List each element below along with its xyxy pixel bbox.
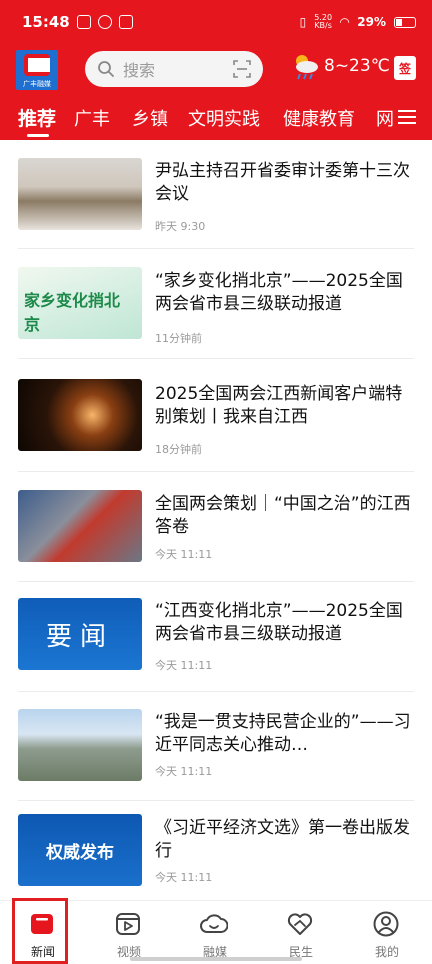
channel-menu-icon[interactable] [398, 110, 416, 128]
news-thumbnail [18, 379, 142, 451]
thumbnail-caption: 要闻 [45, 621, 114, 652]
nav-livelihood[interactable]: 民生 [258, 901, 344, 964]
nav-video[interactable]: 视频 [86, 901, 172, 964]
logo-mark [24, 54, 50, 76]
user-icon [373, 911, 399, 937]
sign-in-button[interactable]: 签 [394, 56, 416, 80]
divider [18, 581, 414, 582]
tab-health[interactable]: 健康教育 [283, 105, 355, 131]
news-title: “家乡变化捎北京”——2025全国两会省市县三级联动报道 [155, 271, 403, 314]
app-notify-icon-2 [118, 15, 133, 29]
news-time: 18分钟前 [155, 443, 202, 456]
tab-guangfeng[interactable]: 广丰 [74, 105, 110, 131]
tab-more[interactable]: 网 [376, 105, 394, 131]
nav-profile[interactable]: 我的 [344, 901, 430, 964]
notification-icon [76, 15, 91, 29]
search-placeholder: 搜索 [123, 61, 156, 80]
thumbnail-caption: 权威发布 [46, 842, 114, 863]
highlight-box [12, 898, 68, 964]
logo-text: 广丰融媒 [23, 80, 51, 88]
wifi-icon: ◠ [340, 15, 350, 29]
weather-rain-icon [296, 55, 318, 80]
battery-icon [394, 16, 416, 28]
net-speed: 5.20 KB/s [314, 13, 333, 30]
news-title: “我是一贯支持民营企业的”——习近平同志关心推动… [155, 712, 411, 755]
home-indicator[interactable] [130, 957, 302, 961]
active-tab-indicator [27, 134, 49, 137]
news-thumbnail: 家乡变化捎北京 [18, 267, 142, 339]
divider [18, 800, 414, 801]
divider [18, 691, 414, 692]
weather-temp: 8~23℃ [324, 56, 390, 76]
vibrate-icon: ▯ [299, 15, 307, 29]
battery-text: 29% [357, 15, 386, 29]
news-title: 《习近平经济文选》第一卷出版发行 [155, 818, 410, 861]
news-title: 尹弘主持召开省委审计委第十三次会议 [155, 161, 410, 204]
app-notify-icon [97, 15, 112, 29]
news-title: “江西变化捎北京”——2025全国两会省市县三级联动报道 [155, 601, 403, 644]
app-header: 15:48 ▯ 5.20 KB/s ◠ 29% 广丰融媒 搜索 8~23℃ 签 … [0, 0, 432, 140]
cloud-icon [200, 914, 228, 933]
channel-tabs: 推荐 广丰 乡镇 文明实践 健康教育 网 [0, 101, 432, 140]
tab-recommend[interactable]: 推荐 [18, 104, 56, 131]
nav-profile-label: 我的 [374, 945, 399, 959]
news-time: 今天 11:11 [155, 765, 213, 778]
thumbnail-caption: 家乡变化捎北京 [24, 291, 121, 334]
news-time: 11分钟前 [155, 332, 202, 345]
news-title: 2025全国两会江西新闻客户端特别策划丨我来自江西 [155, 384, 403, 427]
status-bar: 15:48 ▯ 5.20 KB/s ◠ 29% [0, 0, 432, 44]
search-bar[interactable]: 搜索 [85, 51, 263, 87]
news-time: 今天 11:11 [155, 548, 213, 561]
news-time: 昨天 9:30 [155, 220, 206, 233]
weather-widget[interactable]: 8~23℃ [290, 52, 390, 80]
divider [18, 248, 414, 249]
news-title: 全国两会策划｜“中国之治”的江西答卷 [155, 494, 411, 537]
app-logo[interactable]: 广丰融媒 [16, 50, 58, 90]
tab-towns[interactable]: 乡镇 [132, 105, 168, 131]
nav-media[interactable]: 融媒 [172, 901, 258, 964]
status-time: 15:48 [22, 13, 70, 31]
tab-civilization[interactable]: 文明实践 [188, 105, 260, 131]
divider [18, 358, 414, 359]
news-thumbnail [18, 158, 142, 230]
divider [18, 471, 414, 472]
heart-hands-icon [287, 913, 313, 935]
news-thumbnail [18, 490, 142, 562]
news-thumbnail [18, 709, 142, 781]
news-thumbnail: 权威发布 [18, 814, 142, 886]
news-time: 今天 11:11 [155, 871, 213, 884]
scan-icon[interactable] [233, 60, 251, 78]
news-thumbnail: 要闻 [18, 598, 142, 670]
news-time: 今天 11:11 [155, 659, 213, 672]
search-icon [98, 61, 114, 77]
video-icon [116, 913, 140, 935]
